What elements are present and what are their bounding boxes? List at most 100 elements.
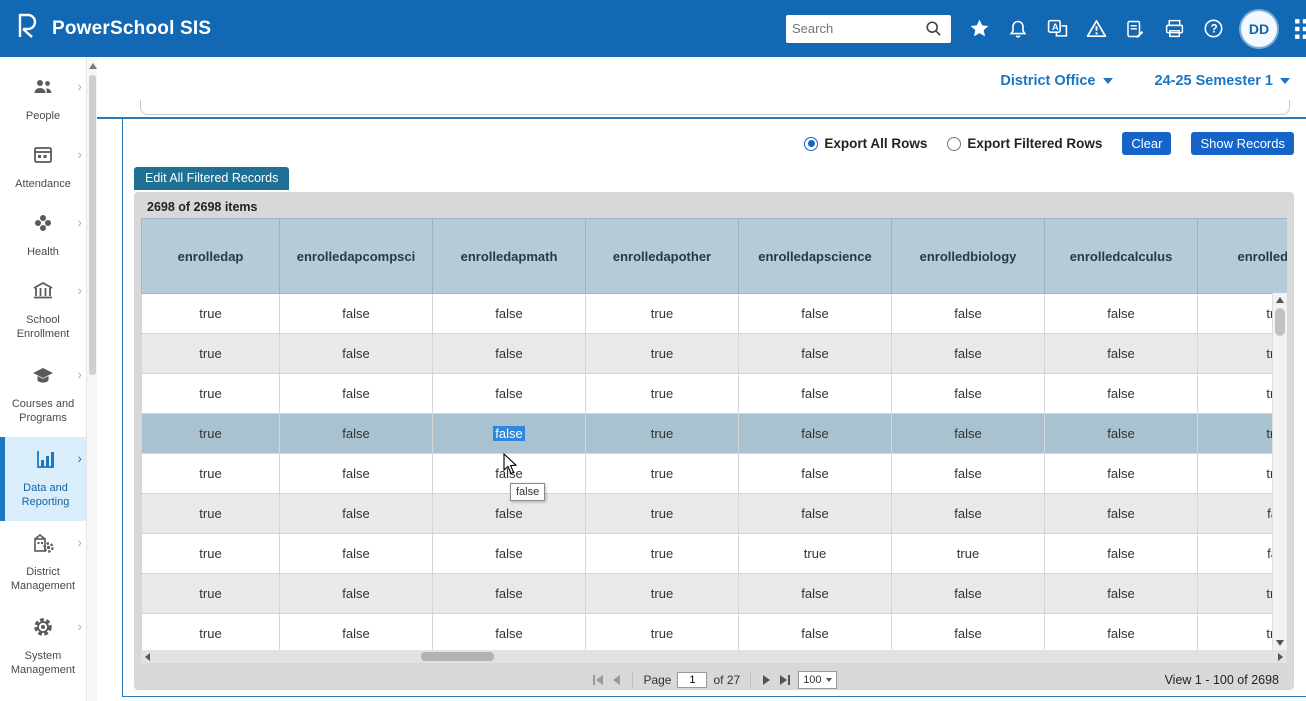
table-cell[interactable]: true <box>142 614 280 651</box>
app-switcher-icon[interactable] <box>1294 18 1306 40</box>
table-cell[interactable]: false <box>739 494 892 534</box>
table-cell[interactable]: false <box>892 294 1045 334</box>
scroll-down-arrow-icon[interactable] <box>1276 640 1284 646</box>
table-cell[interactable]: true <box>739 534 892 574</box>
table-cell[interactable]: false <box>280 494 433 534</box>
table-cell[interactable]: false <box>892 574 1045 614</box>
table-cell[interactable]: true <box>586 374 739 414</box>
search-box[interactable] <box>786 15 951 43</box>
table-cell[interactable]: false <box>433 574 586 614</box>
horizontal-scrollbar-thumb[interactable] <box>421 652 494 661</box>
sidebar-item-district-management[interactable]: › District Management <box>0 521 86 605</box>
table-cell[interactable]: false <box>892 494 1045 534</box>
table-cell[interactable]: true <box>586 414 739 454</box>
column-header-enrolledapcompsci[interactable]: enrolledapcompsci <box>280 219 433 294</box>
print-icon[interactable] <box>1163 18 1185 40</box>
search-input[interactable] <box>792 21 923 36</box>
table-cell[interactable]: false <box>1045 574 1198 614</box>
table-cell[interactable]: false <box>433 374 586 414</box>
table-cell[interactable]: true <box>586 454 739 494</box>
table-cell[interactable]: false <box>433 534 586 574</box>
column-header-enrolledapscience[interactable]: enrolledapscience <box>739 219 892 294</box>
pager-last-button[interactable] <box>778 673 792 687</box>
table-cell[interactable]: false <box>892 374 1045 414</box>
table-cell[interactable]: false <box>739 334 892 374</box>
table-cell[interactable]: false <box>280 614 433 651</box>
column-header-enrolledapother[interactable]: enrolledapother <box>586 219 739 294</box>
table-cell[interactable]: true <box>586 574 739 614</box>
table-cell[interactable]: true <box>892 534 1045 574</box>
school-selector[interactable]: District Office <box>1000 73 1112 89</box>
sidebar-scrollbar[interactable] <box>86 57 97 701</box>
table-cell[interactable]: false <box>739 574 892 614</box>
table-cell[interactable]: false <box>280 414 433 454</box>
table-cell[interactable]: false <box>433 334 586 374</box>
avatar[interactable]: DD <box>1241 11 1277 47</box>
table-cell[interactable]: false <box>739 414 892 454</box>
sidebar-item-data-and-reporting[interactable]: › Data and Reporting <box>0 437 86 521</box>
term-selector[interactable]: 24-25 Semester 1 <box>1155 73 1291 89</box>
help-icon[interactable]: ? <box>1202 18 1224 40</box>
table-cell[interactable]: true <box>586 334 739 374</box>
table-cell[interactable]: true <box>142 454 280 494</box>
alerts-warning-icon[interactable] <box>1085 18 1107 40</box>
column-header-enrolledbiology[interactable]: enrolledbiology <box>892 219 1045 294</box>
table-cell[interactable]: false <box>892 454 1045 494</box>
table-cell[interactable]: true <box>586 534 739 574</box>
table-cell[interactable]: false <box>892 414 1045 454</box>
page-size-select[interactable]: 100 <box>798 671 836 689</box>
horizontal-scrollbar[interactable] <box>141 650 1287 663</box>
table-cell[interactable]: false <box>739 454 892 494</box>
radio-export-filtered-rows[interactable]: Export Filtered Rows <box>947 136 1102 151</box>
table-cell[interactable]: true <box>586 614 739 651</box>
sidebar-item-attendance[interactable]: › Attendance <box>0 133 86 201</box>
notifications-bell-icon[interactable] <box>1007 18 1029 40</box>
table-cell[interactable]: false <box>1045 374 1198 414</box>
show-records-button[interactable]: Show Records <box>1191 132 1294 155</box>
table-cell[interactable]: false <box>1045 614 1198 651</box>
sidebar-item-system-management[interactable]: › System Management <box>0 605 86 689</box>
pager-next-button[interactable] <box>761 673 772 687</box>
search-icon[interactable] <box>923 18 945 40</box>
radio-selected-icon[interactable] <box>804 137 818 151</box>
vertical-scrollbar[interactable] <box>1272 293 1287 650</box>
table-cell[interactable]: false <box>433 614 586 651</box>
table-cell[interactable]: true <box>142 334 280 374</box>
sidebar-item-school-enrollment[interactable]: › School Enrollment <box>0 269 86 353</box>
scroll-right-arrow-icon[interactable] <box>1278 653 1283 661</box>
table-cell[interactable]: true <box>142 494 280 534</box>
column-header-enrolledap[interactable]: enrolledap <box>142 219 280 294</box>
column-header-enrolledapmath[interactable]: enrolledapmath <box>433 219 586 294</box>
edit-all-filtered-records-button[interactable]: Edit All Filtered Records <box>134 167 289 190</box>
column-header-enrolledche[interactable]: enrolledche <box>1198 219 1288 294</box>
table-cell[interactable]: false <box>1045 534 1198 574</box>
table-cell[interactable]: true <box>142 294 280 334</box>
radio-export-all-rows[interactable]: Export All Rows <box>804 136 927 151</box>
pager-prev-button[interactable] <box>611 673 622 687</box>
table-cell[interactable]: false <box>280 374 433 414</box>
table-cell[interactable]: false <box>433 494 586 534</box>
favorites-star-icon[interactable] <box>968 18 990 40</box>
table-cell[interactable]: false <box>433 294 586 334</box>
table-cell[interactable]: false <box>1045 334 1198 374</box>
table-cell[interactable]: true <box>142 534 280 574</box>
table-cell[interactable]: false <box>892 334 1045 374</box>
table-cell[interactable]: true <box>586 294 739 334</box>
table-cell[interactable]: false <box>1045 494 1198 534</box>
table-cell[interactable]: false <box>433 414 586 454</box>
table-cell[interactable]: false <box>280 454 433 494</box>
column-header-enrolledcalculus[interactable]: enrolledcalculus <box>1045 219 1198 294</box>
table-cell[interactable]: false <box>739 614 892 651</box>
table-cell[interactable]: true <box>142 574 280 614</box>
table-cell[interactable]: false <box>280 334 433 374</box>
table-cell[interactable]: true <box>142 374 280 414</box>
sidebar-item-courses-and-programs[interactable]: › Courses and Programs <box>0 353 86 437</box>
table-cell[interactable]: false <box>1045 414 1198 454</box>
table-cell[interactable]: false <box>739 374 892 414</box>
sidebar-item-people[interactable]: › People <box>0 65 86 133</box>
table-cell[interactable]: false <box>1045 294 1198 334</box>
sidebar-scrollbar-thumb[interactable] <box>89 75 96 375</box>
page-number-input[interactable] <box>677 672 707 688</box>
table-cell[interactable]: false <box>1045 454 1198 494</box>
scroll-up-arrow-icon[interactable] <box>1276 297 1284 303</box>
